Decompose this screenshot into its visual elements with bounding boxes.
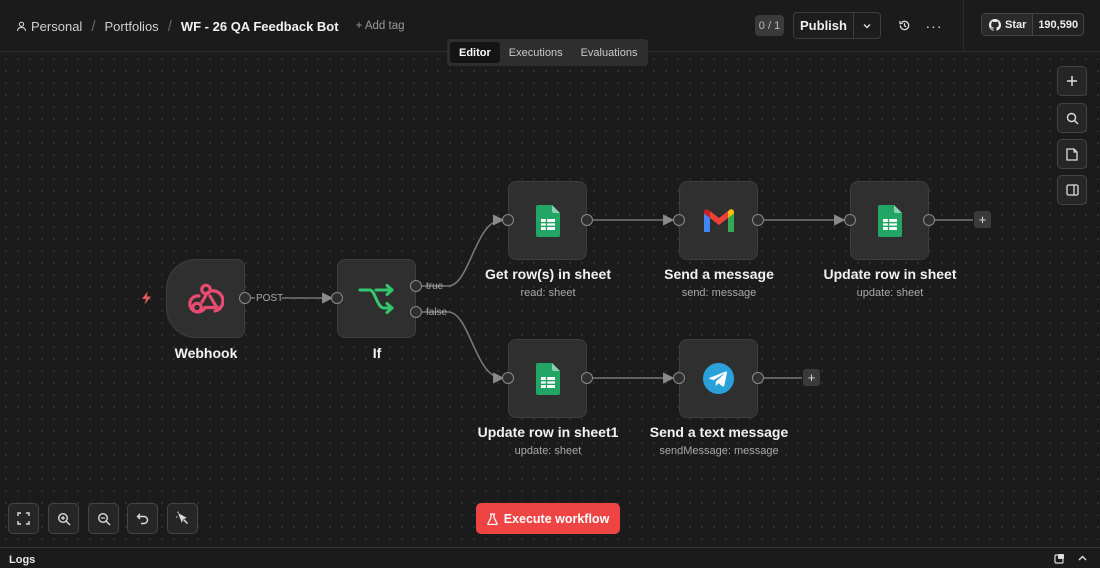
breadcrumb: Personal / Portfolios / WF - 26 QA Feedb…	[16, 0, 405, 52]
edge-label-false: false	[426, 307, 448, 318]
github-star-button[interactable]: Star 190,590	[981, 13, 1084, 36]
fit-view-button[interactable]	[8, 503, 39, 534]
zoom-out-button[interactable]	[88, 503, 119, 534]
view-tabs: Editor Executions Evaluations	[447, 39, 648, 66]
tidy-up-button[interactable]	[167, 503, 198, 534]
node-update-row-in-sheet1[interactable]	[508, 339, 587, 418]
telegram-icon	[702, 362, 735, 395]
node-send-a-text-message[interactable]	[679, 339, 758, 418]
update-row-input-handle[interactable]	[844, 214, 856, 226]
update-row-output-handle[interactable]	[923, 214, 935, 226]
toggle-panel-button[interactable]	[1057, 175, 1087, 205]
person-icon	[16, 21, 27, 31]
google-sheets-icon	[535, 204, 560, 237]
edge-label-post: POST	[256, 293, 284, 304]
search-nodes-button[interactable]	[1057, 103, 1087, 133]
undo-icon	[136, 513, 149, 525]
logs-label: Logs	[9, 554, 36, 566]
node-if[interactable]	[337, 259, 416, 338]
github-icon	[989, 18, 1001, 31]
zoom-in-button[interactable]	[48, 503, 79, 534]
publish-dropdown-button[interactable]	[854, 13, 880, 38]
node-send-message-label: Send a message	[664, 266, 774, 282]
tab-evaluations[interactable]: Evaluations	[572, 42, 647, 63]
workflow-name[interactable]: WF - 26 QA Feedback Bot	[181, 19, 339, 34]
node-webhook[interactable]	[166, 259, 245, 338]
if-false-output-handle[interactable]	[410, 306, 422, 318]
workflow-canvas[interactable]	[0, 53, 1100, 547]
github-star-label: Star	[1005, 18, 1027, 31]
flask-icon	[486, 512, 498, 525]
if-input-handle[interactable]	[331, 292, 343, 304]
send-message-output-handle[interactable]	[752, 214, 764, 226]
add-node-button[interactable]	[1057, 66, 1087, 96]
undo-button[interactable]	[127, 503, 158, 534]
send-text-input-handle[interactable]	[673, 372, 685, 384]
publish-button-group: Publish	[793, 12, 881, 39]
google-sheets-icon	[877, 204, 902, 237]
zoom-out-icon	[97, 512, 110, 525]
execute-workflow-button[interactable]: Execute workflow	[476, 503, 620, 534]
google-sheets-icon	[535, 362, 560, 395]
tab-editor[interactable]: Editor	[450, 42, 500, 63]
github-star-count: 190,590	[1038, 18, 1079, 31]
sidebar-panel-icon	[1065, 184, 1079, 196]
get-rows-input-handle[interactable]	[502, 214, 514, 226]
node-webhook-label: Webhook	[174, 345, 238, 361]
tab-executions[interactable]: Executions	[500, 42, 572, 63]
node-send-message-subtitle: send: message	[681, 287, 757, 299]
wand-cursor-icon	[176, 511, 189, 525]
header-divider	[963, 0, 964, 52]
update-row1-input-handle[interactable]	[502, 372, 514, 384]
trigger-bolt-icon	[142, 291, 151, 305]
node-update-row-label: Update row in sheet	[823, 266, 957, 282]
node-send-a-message[interactable]	[679, 181, 758, 260]
node-get-rows-in-sheet[interactable]	[508, 181, 587, 260]
node-send-text-label: Send a text message	[649, 424, 789, 440]
update-row1-output-handle[interactable]	[581, 372, 593, 384]
search-icon	[1066, 112, 1078, 124]
add-node-after-update-row-button[interactable]: +	[974, 211, 991, 228]
webhook-icon	[187, 283, 224, 313]
node-update-row1-label: Update row in sheet1	[477, 424, 619, 440]
execute-workflow-label: Execute workflow	[503, 511, 610, 526]
get-rows-output-handle[interactable]	[581, 214, 593, 226]
send-message-input-handle[interactable]	[673, 214, 685, 226]
add-node-after-send-text-button[interactable]: +	[803, 369, 820, 386]
history-button[interactable]	[895, 12, 913, 39]
add-tag-button[interactable]: + Add tag	[356, 20, 405, 32]
node-update-row1-subtitle: update: sheet	[514, 445, 582, 457]
plus-icon	[1067, 76, 1077, 86]
chevron-down-icon	[863, 23, 871, 28]
breadcrumb-personal[interactable]: Personal	[31, 19, 82, 34]
edge-label-true: true	[426, 281, 444, 292]
note-icon	[1066, 147, 1078, 161]
version-counter-badge: 0 / 1	[755, 15, 784, 36]
node-update-row-subtitle: update: sheet	[856, 287, 924, 299]
node-if-label: If	[372, 345, 382, 361]
zoom-in-icon	[57, 512, 70, 525]
breadcrumb-portfolios[interactable]: Portfolios	[104, 19, 158, 34]
node-get-rows-subtitle: read: sheet	[520, 287, 576, 299]
node-send-text-subtitle: sendMessage: message	[659, 445, 779, 457]
if-true-output-handle[interactable]	[410, 280, 422, 292]
more-options-button[interactable]: ···	[926, 12, 942, 39]
history-icon	[898, 20, 909, 31]
chevron-up-icon[interactable]	[1077, 553, 1088, 564]
breadcrumb-separator: /	[167, 17, 172, 35]
publish-button[interactable]: Publish	[794, 13, 854, 38]
send-text-output-handle[interactable]	[752, 372, 764, 384]
node-get-rows-label: Get row(s) in sheet	[484, 266, 612, 282]
logs-bar[interactable]: Logs	[0, 547, 1100, 568]
github-star-label-wrap: Star	[982, 14, 1034, 35]
gmail-icon	[703, 208, 734, 232]
popout-icon[interactable]	[1054, 553, 1065, 564]
sticky-note-button[interactable]	[1057, 139, 1087, 169]
node-update-row-in-sheet[interactable]	[850, 181, 929, 260]
breadcrumb-separator: /	[91, 17, 96, 35]
branch-icon	[358, 283, 393, 314]
webhook-output-handle[interactable]	[239, 292, 251, 304]
fit-view-icon	[17, 512, 30, 525]
